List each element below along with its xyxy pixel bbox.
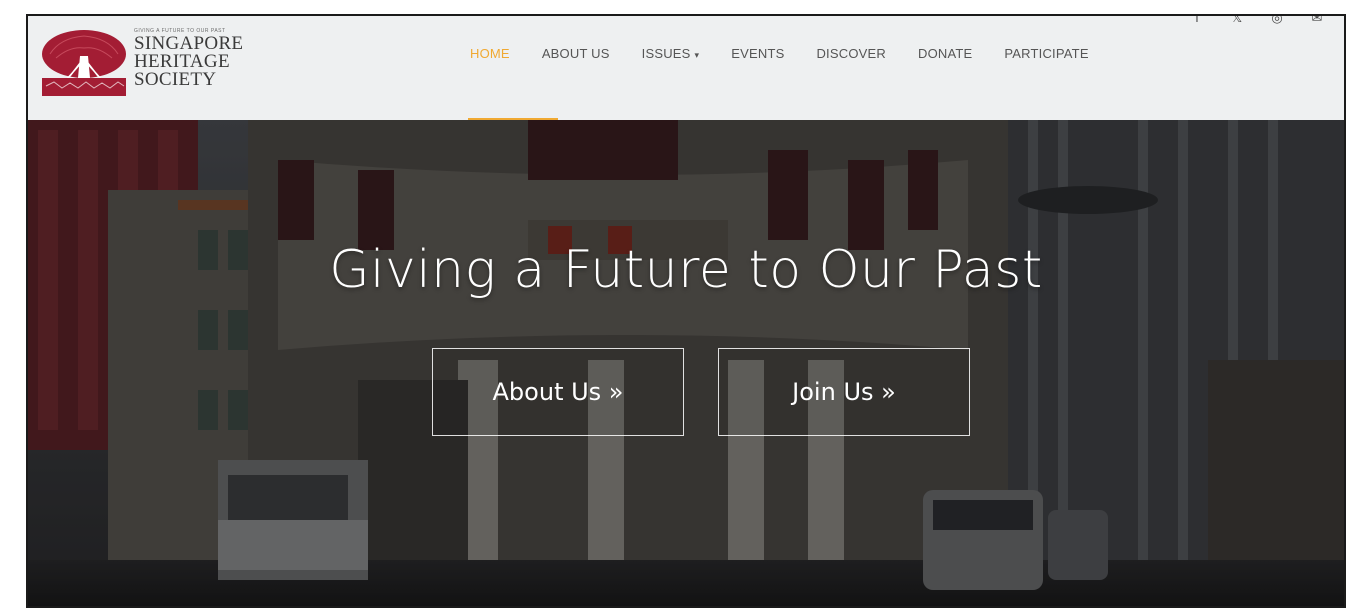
twitter-icon[interactable]: 𝕏	[1230, 16, 1244, 25]
nav-item-label: DISCOVER	[816, 46, 886, 61]
nav-item-about-us[interactable]: ABOUT US	[542, 46, 610, 61]
hero-title: Giving a Future to Our Past	[329, 240, 1043, 300]
nav-item-label: PARTICIPATE	[1004, 46, 1089, 61]
nav-item-donate[interactable]: DONATE	[918, 46, 972, 61]
nav-item-issues[interactable]: ISSUES ▾	[642, 46, 700, 61]
nav-item-discover[interactable]: DISCOVER	[816, 46, 886, 61]
nav-item-label: ISSUES	[641, 46, 691, 61]
email-icon[interactable]: ✉	[1310, 16, 1324, 25]
chevron-down-icon: ▾	[694, 50, 700, 60]
nav-item-events[interactable]: EVENTS	[731, 46, 784, 61]
browser-frame: GIVING A FUTURE TO OUR PAST SINGAPORE HE…	[26, 14, 1346, 608]
about-us-button[interactable]: About Us »	[432, 348, 684, 436]
site-header: GIVING A FUTURE TO OUR PAST SINGAPORE HE…	[28, 16, 1344, 121]
main-nav: HOME ABOUT US ISSUES ▾ EVENTS DISCOVER DO…	[470, 46, 1121, 61]
banyan-tree-logo-icon	[42, 30, 126, 96]
nav-item-home[interactable]: HOME	[470, 46, 510, 61]
nav-item-label: ABOUT US	[541, 46, 610, 61]
facebook-icon[interactable]: f	[1190, 16, 1204, 25]
social-links: f 𝕏 ◎ ✉	[1190, 16, 1324, 25]
nav-item-label: HOME	[470, 46, 510, 61]
logo-text: GIVING A FUTURE TO OUR PAST SINGAPORE HE…	[134, 28, 243, 89]
instagram-icon[interactable]: ◎	[1270, 16, 1284, 25]
nav-item-participate[interactable]: PARTICIPATE	[1004, 46, 1088, 61]
shophouse-street-photo	[28, 120, 1344, 606]
site-logo[interactable]: GIVING A FUTURE TO OUR PAST SINGAPORE HE…	[40, 28, 243, 98]
nav-item-label: EVENTS	[731, 46, 785, 61]
hero-banner: Giving a Future to Our Past About Us » J…	[28, 120, 1344, 606]
logo-line-society: SOCIETY	[134, 69, 217, 90]
join-us-button[interactable]: Join Us »	[718, 348, 970, 436]
nav-item-label: DONATE	[917, 46, 973, 61]
